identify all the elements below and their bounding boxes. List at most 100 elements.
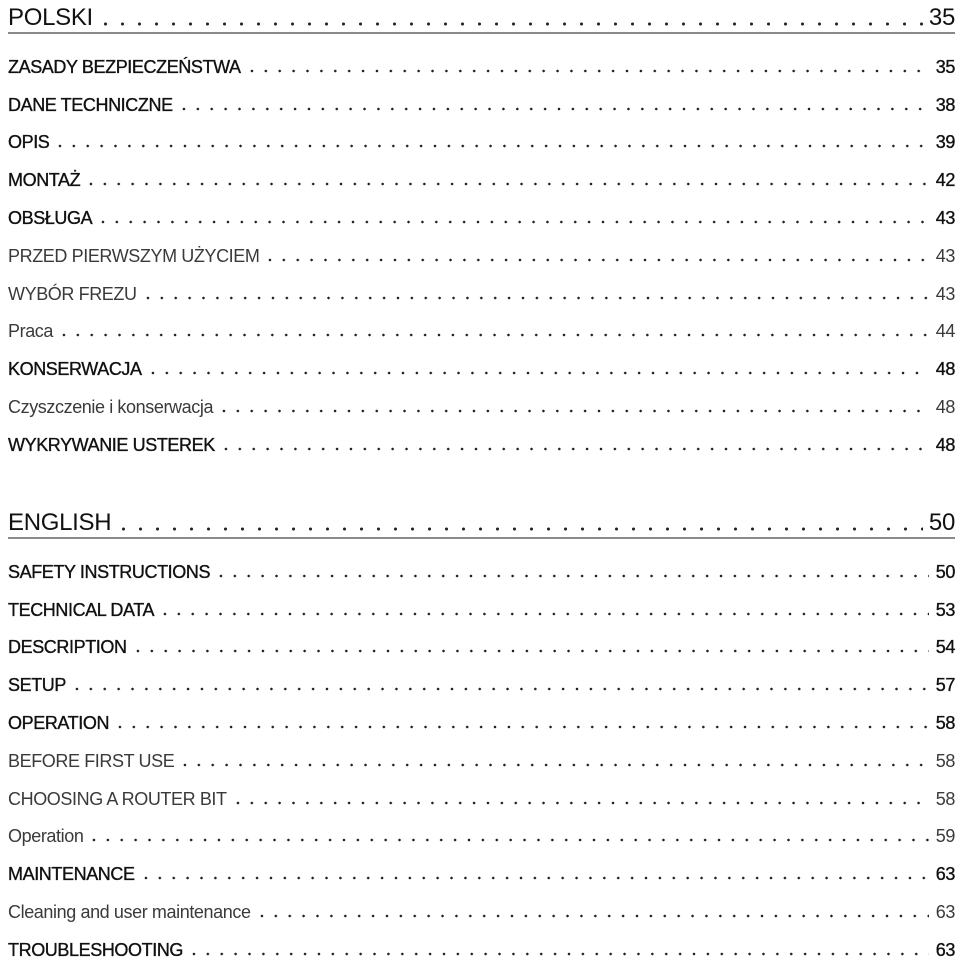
toc-entry[interactable]: SETUP 57 xyxy=(8,658,956,696)
dot-leader xyxy=(176,103,929,112)
dot-leader xyxy=(254,910,929,919)
toc-entry[interactable]: CHOOSING A ROUTER BIT 58 xyxy=(8,772,955,810)
toc-entry[interactable]: BEFORE FIRST USE 58 xyxy=(8,734,955,772)
toc-entry[interactable]: MONTAŻ 42 xyxy=(8,153,956,191)
toc-entry-page-number: 48 xyxy=(935,434,956,455)
toc-entry[interactable]: Cleaning and user maintenance 63 xyxy=(8,885,955,923)
toc-entry-title: TROUBLESHOOTING xyxy=(8,939,184,960)
toc-entry-page-number: 50 xyxy=(935,561,956,582)
toc-entry-page-number: 35 xyxy=(935,56,956,77)
toc-entry[interactable]: Praca 44 xyxy=(8,305,955,343)
toc-entry[interactable]: Czyszczenie i konserwacja 48 xyxy=(8,380,955,418)
section-header[interactable]: ENGLISH 50 xyxy=(8,505,955,539)
dot-leader xyxy=(158,608,929,617)
toc-entry-title: SETUP xyxy=(8,675,67,696)
dot-leader xyxy=(87,835,929,844)
toc-entry-page-number: 42 xyxy=(935,170,956,191)
toc-entry-title: MAINTENANCE xyxy=(8,864,135,885)
toc-entry-title: Cleaning and user maintenance xyxy=(8,901,251,922)
toc-list: SAFETY INSTRUCTIONS 50 TECHNICAL DATA 53 DES… xyxy=(8,545,956,961)
dot-leader xyxy=(218,443,929,452)
toc-entry-page-number: 39 xyxy=(935,132,956,153)
toc-entry[interactable]: ZASADY BEZPIECZEŃSTWA 35 xyxy=(8,40,956,78)
toc-entry-page-number: 43 xyxy=(935,245,956,266)
toc-entry-page-number: 54 xyxy=(935,637,956,658)
toc-entry-title: ZASADY BEZPIECZEŃSTWA xyxy=(8,56,241,77)
toc-list: ZASADY BEZPIECZEŃSTWA 35 DANE TECHNICZNE 38… xyxy=(8,40,956,456)
dot-leader xyxy=(57,330,929,339)
toc-entry-title: Operation xyxy=(8,826,84,847)
dot-leader xyxy=(244,65,929,74)
toc-entry-page-number: 63 xyxy=(935,901,956,922)
section-title: POLSKI xyxy=(8,4,93,31)
toc-entry[interactable]: Operation 59 xyxy=(8,810,955,848)
toc-entry[interactable]: PRZED PIERWSZYM UŻYCIEM 43 xyxy=(8,229,955,267)
dot-leader xyxy=(53,141,929,150)
toc-entry-title: KONSERWACJA xyxy=(8,359,142,380)
toc-entry-title: OPIS xyxy=(8,132,50,153)
toc-entry-page-number: 53 xyxy=(935,599,956,620)
dot-leader xyxy=(217,405,929,414)
toc-entry[interactable]: TECHNICAL DATA 53 xyxy=(8,583,956,621)
section-title: ENGLISH xyxy=(8,509,112,536)
toc-entry-page-number: 38 xyxy=(935,94,956,115)
toc-entry-title: Czyszczenie i konserwacja xyxy=(8,396,214,417)
toc-entry[interactable]: OBSŁUGA 43 xyxy=(8,191,956,229)
toc-entry-title: WYBÓR FREZU xyxy=(8,283,137,304)
toc-entry-page-number: 48 xyxy=(935,359,956,380)
toc-entry-title: OBSŁUGA xyxy=(8,207,93,228)
dot-leader xyxy=(187,948,929,957)
toc-entry-title: CHOOSING A ROUTER BIT xyxy=(8,788,227,809)
section-header[interactable]: POLSKI 35 xyxy=(8,0,955,34)
dot-leader xyxy=(140,292,929,301)
toc-entry-page-number: 48 xyxy=(935,396,956,417)
dot-leader xyxy=(138,873,929,882)
toc-entry-page-number: 57 xyxy=(935,675,956,696)
toc-entry[interactable]: MAINTENANCE 63 xyxy=(8,847,956,885)
toc-entry-title: SAFETY INSTRUCTIONS xyxy=(8,561,211,582)
toc-entry-title: TECHNICAL DATA xyxy=(8,599,155,620)
toc-entry-title: MONTAŻ xyxy=(8,170,81,191)
toc-section-polski: POLSKI 35 ZASADY BEZPIECZEŃSTWA 35 DANE TE… xyxy=(8,0,956,456)
toc-entry[interactable]: DESCRIPTION 54 xyxy=(8,621,956,659)
toc-entry-page-number: 44 xyxy=(935,321,956,342)
toc-entry-page-number: 59 xyxy=(935,826,956,847)
toc-entry-title: PRZED PIERWSZYM UŻYCIEM xyxy=(8,245,260,266)
toc-entry[interactable]: WYBÓR FREZU 43 xyxy=(8,267,955,305)
dot-leader xyxy=(96,216,929,225)
dot-leader xyxy=(214,570,929,579)
toc-entry[interactable]: OPERATION 58 xyxy=(8,696,956,734)
dot-leader xyxy=(230,797,929,806)
toc-entry-title: DESCRIPTION xyxy=(8,637,127,658)
toc-entry[interactable]: KONSERWACJA 48 xyxy=(8,342,956,380)
dot-leader xyxy=(84,179,929,188)
toc-entry-title: OPERATION xyxy=(8,712,110,733)
dot-leader xyxy=(113,721,929,730)
section-page-number: 50 xyxy=(928,509,955,536)
toc-entry-page-number: 63 xyxy=(935,864,956,885)
dot-leader xyxy=(70,684,929,693)
toc-entry-title: DANE TECHNICZNE xyxy=(8,94,173,115)
dot-leader xyxy=(96,19,923,27)
toc-entry[interactable]: TROUBLESHOOTING 63 xyxy=(8,923,956,961)
toc-entry-page-number: 43 xyxy=(935,283,956,304)
section-page-number: 35 xyxy=(928,4,955,31)
toc-entry-page-number: 58 xyxy=(935,750,956,771)
toc-section-english: ENGLISH 50 SAFETY INSTRUCTIONS 50 TECHNICA… xyxy=(8,505,956,961)
dot-leader xyxy=(130,646,929,655)
dot-leader xyxy=(263,254,929,263)
toc-entry-page-number: 43 xyxy=(935,207,956,228)
toc-entry-title: Praca xyxy=(8,321,54,342)
dot-leader xyxy=(178,759,929,768)
dot-leader xyxy=(145,368,929,377)
toc-entry[interactable]: OPIS 39 xyxy=(8,116,956,154)
toc-entry-page-number: 58 xyxy=(935,712,956,733)
dot-leader xyxy=(115,524,923,532)
toc-entry-title: WYKRYWANIE USTEREK xyxy=(8,434,216,455)
toc-entry-page-number: 58 xyxy=(935,788,956,809)
toc-entry-page-number: 63 xyxy=(935,939,956,960)
toc-entry[interactable]: WYKRYWANIE USTEREK 48 xyxy=(8,418,956,456)
toc-entry[interactable]: DANE TECHNICZNE 38 xyxy=(8,78,956,116)
toc-entry[interactable]: SAFETY INSTRUCTIONS 50 xyxy=(8,545,956,583)
toc-entry-title: BEFORE FIRST USE xyxy=(8,750,175,771)
